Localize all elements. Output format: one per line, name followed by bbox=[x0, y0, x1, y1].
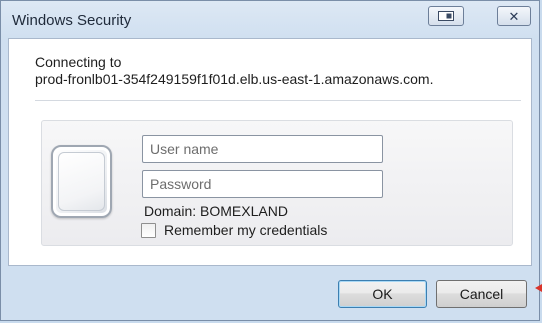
arrow-pointer-icon bbox=[535, 284, 542, 292]
remember-label[interactable]: Remember my credentials bbox=[164, 222, 327, 238]
password-input[interactable] bbox=[142, 170, 383, 198]
connecting-label: Connecting to bbox=[35, 54, 122, 70]
divider bbox=[35, 100, 521, 101]
title-bar[interactable]: Windows Security ✕ bbox=[1, 1, 539, 37]
remember-checkbox[interactable] bbox=[141, 222, 156, 238]
connecting-message: Connecting to prod-fronlb01-354f249159f1… bbox=[35, 54, 433, 88]
dialog-content: Connecting to prod-fronlb01-354f249159f1… bbox=[8, 38, 532, 266]
credential-tile: Domain: BOMEXLAND Remember my credential… bbox=[41, 120, 513, 246]
keyboard-glyph-icon bbox=[438, 11, 454, 21]
ok-button[interactable]: OK bbox=[338, 280, 427, 308]
domain-label: Domain: BOMEXLAND bbox=[144, 203, 288, 219]
server-address: prod-fronlb01-354f249159f1f01d.elb.us-ea… bbox=[35, 71, 434, 87]
security-dialog: Windows Security ✕ Connecting to prod-fr… bbox=[0, 0, 540, 321]
window-title: Windows Security bbox=[12, 12, 132, 29]
keyboard-icon[interactable] bbox=[428, 6, 464, 26]
user-tile-frame bbox=[58, 152, 105, 211]
cancel-button[interactable]: Cancel bbox=[436, 280, 527, 308]
close-icon: ✕ bbox=[508, 8, 520, 24]
username-input[interactable] bbox=[142, 135, 383, 163]
remember-credentials[interactable]: Remember my credentials bbox=[141, 222, 327, 238]
window-frame: Windows Security ✕ Connecting to prod-fr… bbox=[0, 0, 542, 323]
close-button[interactable]: ✕ bbox=[497, 6, 531, 26]
user-tile-icon bbox=[51, 145, 112, 218]
